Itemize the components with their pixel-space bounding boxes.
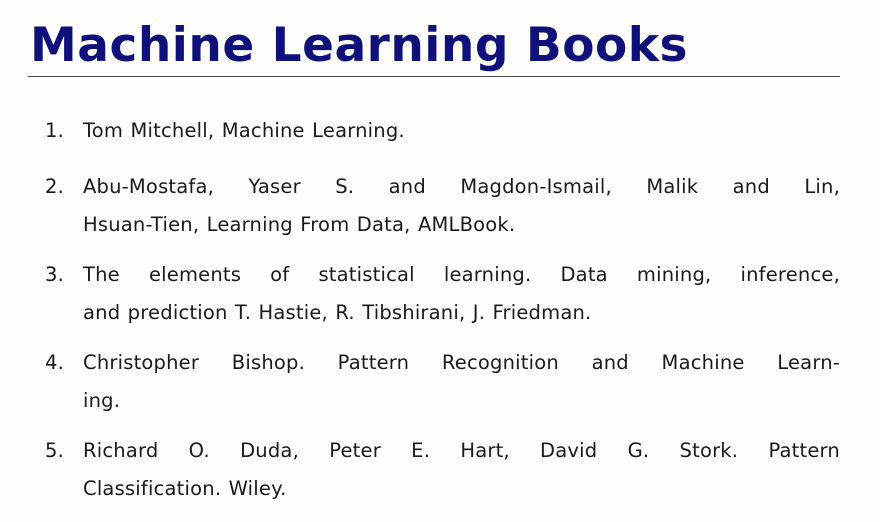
- book-item-3: 3. The elements of statistical learning.…: [45, 256, 840, 332]
- book-number: 1.: [45, 119, 65, 142]
- book-item-1: 1. Tom Mitchell, Machine Learning.: [45, 112, 840, 150]
- book-text-line: and prediction T. Hastie, R. Tibshirani,…: [83, 301, 592, 324]
- book-number: 2.: [45, 175, 65, 198]
- book-item-5: 5. Richard O. Duda, Peter E. Hart, David…: [45, 432, 840, 508]
- book-text-line: Tom Mitchell, Machine Learning.: [83, 119, 405, 142]
- book-number: 5.: [45, 439, 65, 462]
- book-text-line: Hsuan-Tien, Learning From Data, AMLBook.: [83, 213, 516, 236]
- book-text-line: ing.: [83, 389, 121, 412]
- book-text-line: Abu-Mostafa, Yaser S. and Magdon-Ismail,…: [83, 175, 840, 198]
- slide: Machine Learning Books 1. Tom Mitchell, …: [0, 0, 880, 522]
- book-text-line: Classification. Wiley.: [83, 477, 287, 500]
- book-text-line: Richard O. Duda, Peter E. Hart, David G.…: [83, 439, 840, 462]
- book-item-4: 4. Christopher Bishop. Pattern Recogniti…: [45, 344, 840, 420]
- book-number: 3.: [45, 263, 65, 286]
- book-item-2: 2. Abu-Mostafa, Yaser S. and Magdon-Isma…: [45, 168, 840, 244]
- book-number: 4.: [45, 351, 65, 374]
- slide-title: Machine Learning Books: [30, 18, 689, 73]
- book-text-line: Christopher Bishop. Pattern Recognition …: [83, 351, 840, 374]
- book-list: 1. Tom Mitchell, Machine Learning. 2. Ab…: [0, 112, 840, 520]
- book-text-line: The elements of statistical learning. Da…: [83, 263, 840, 286]
- title-divider: [28, 76, 840, 77]
